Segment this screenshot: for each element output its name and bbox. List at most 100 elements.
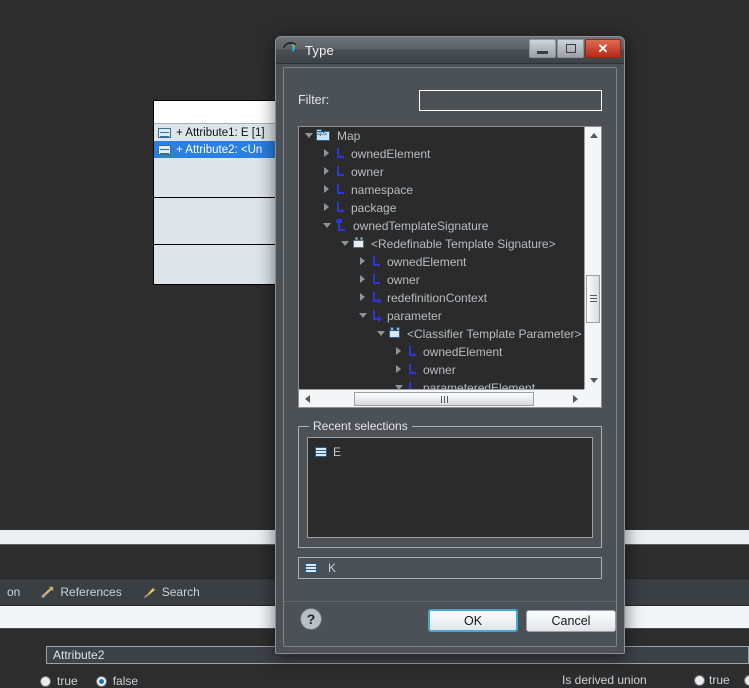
cancel-button-label: Cancel xyxy=(551,614,591,628)
recent-selections-list[interactable]: E xyxy=(307,437,593,538)
maximize-icon xyxy=(565,44,576,53)
chevron-right-icon[interactable] xyxy=(393,343,405,361)
help-button[interactable]: ? xyxy=(300,608,322,630)
tree-vertical-scrollbar[interactable] xyxy=(584,127,601,389)
tab-label: on xyxy=(7,585,21,599)
dialog-title-bar[interactable]: Type ✕ xyxy=(276,37,624,64)
chevron-right-icon[interactable] xyxy=(321,199,333,217)
chevron-right-icon[interactable] xyxy=(321,181,333,199)
class-icon xyxy=(304,561,319,575)
classifier-template-parameter-icon xyxy=(387,327,402,341)
filter-input[interactable] xyxy=(419,89,602,111)
tree-horizontal-scrollbar[interactable] xyxy=(299,389,584,407)
tree-row[interactable]: <P> Map xyxy=(299,127,584,145)
reference-arrow-icon xyxy=(369,309,382,323)
selected-type-field[interactable]: K xyxy=(298,557,602,579)
tree-row[interactable]: <Redefinable Template Signature> xyxy=(299,235,584,253)
tree-row[interactable]: ownedElement xyxy=(299,253,584,271)
tree-row-label: parameter xyxy=(387,309,442,323)
tree-row[interactable]: redefinitionContext xyxy=(299,289,584,307)
tree-row-label: ownedTemplateSignature xyxy=(353,219,489,233)
reference-icon xyxy=(333,183,346,197)
tree-vertical-scroll-thumb[interactable] xyxy=(586,275,600,323)
chevron-right-icon[interactable] xyxy=(321,163,333,181)
tree-row[interactable]: owner xyxy=(299,361,584,379)
tree-row[interactable]: package xyxy=(299,199,584,217)
minimize-button[interactable] xyxy=(529,39,556,58)
reference-icon xyxy=(405,345,418,359)
chevron-down-icon[interactable] xyxy=(375,325,387,343)
scroll-up-icon[interactable] xyxy=(585,127,601,144)
derived-union-radio-true-label: true xyxy=(709,673,730,687)
chevron-right-icon[interactable] xyxy=(321,145,333,163)
derived-union-radio-true[interactable] xyxy=(694,675,705,686)
tree-row-label: ownedElement xyxy=(423,345,503,359)
ok-button-label: OK xyxy=(463,613,483,628)
tree-row[interactable]: owner xyxy=(299,271,584,289)
tree-row[interactable]: ownedElement xyxy=(299,343,584,361)
attribute-label: + Attribute1: E [1] xyxy=(176,126,265,139)
chevron-right-icon[interactable] xyxy=(393,361,405,379)
scroll-down-icon[interactable] xyxy=(585,372,601,389)
tab-label: Search xyxy=(161,585,200,599)
reference-icon xyxy=(333,147,346,161)
chevron-right-icon[interactable] xyxy=(357,253,369,271)
close-button[interactable]: ✕ xyxy=(585,39,621,58)
tree-row[interactable]: parameter xyxy=(299,307,584,325)
chevron-right-icon[interactable] xyxy=(357,289,369,307)
minimize-icon xyxy=(537,50,548,54)
attribute-label: + Attribute2: <Un xyxy=(176,143,263,156)
scrollbar-corner xyxy=(584,389,601,407)
filter-row: Filter: xyxy=(298,88,602,112)
tab-search[interactable]: Search xyxy=(135,579,207,605)
tree-row[interactable]: <Classifier Template Parameter> K xyxy=(299,325,584,343)
list-item[interactable]: E xyxy=(314,443,592,460)
is-derived-union-label: Is derived union xyxy=(562,673,647,687)
attribute-list-toolbar xyxy=(154,101,289,124)
reference-icon xyxy=(405,381,418,389)
package-icon: <P> xyxy=(315,129,332,143)
radio-true[interactable] xyxy=(40,675,51,687)
tree-row-label: owner xyxy=(387,273,420,287)
tree-row[interactable]: namespace xyxy=(299,181,584,199)
maximize-button[interactable] xyxy=(557,39,584,58)
chevron-down-icon[interactable] xyxy=(357,307,369,325)
button-bar-separator xyxy=(284,601,616,602)
ok-button[interactable]: OK xyxy=(428,609,518,632)
tab-references[interactable]: References xyxy=(33,579,128,605)
dialog-body: Filter: <P> Map ownedElement owner namespace… xyxy=(283,67,617,647)
chevron-down-icon[interactable] xyxy=(339,235,351,253)
tree-horizontal-scroll-thumb[interactable] xyxy=(354,392,534,406)
scroll-right-icon[interactable] xyxy=(567,390,584,407)
radio-false-label: false xyxy=(112,674,139,688)
type-tree-viewport[interactable]: <P> Map ownedElement owner namespace package o… xyxy=(299,127,584,389)
signature-icon xyxy=(351,237,366,251)
type-selection-dialog: Type ✕ Filter: <P> Map ownedElement owner na… xyxy=(275,36,625,654)
chevron-down-icon[interactable] xyxy=(321,217,333,235)
radio-true-label: true xyxy=(57,674,78,688)
attribute-row[interactable]: + Attribute1: E [1] xyxy=(154,124,289,141)
filter-label: Filter: xyxy=(298,93,330,107)
tree-row[interactable]: owner xyxy=(299,163,584,181)
tree-row-label: ownedElement xyxy=(351,147,431,161)
tree-row-label: package xyxy=(351,201,397,215)
tree-row[interactable]: ownedTemplateSignature xyxy=(299,217,584,235)
tab-label: References xyxy=(60,585,122,599)
radio-false[interactable] xyxy=(95,675,107,687)
attribute-list-panel: + Attribute1: E [1] + Attribute2: <Un xyxy=(153,100,290,285)
chevron-down-icon[interactable] xyxy=(393,379,405,389)
reference-icon xyxy=(369,255,382,269)
tree-row[interactable]: ownedElement xyxy=(299,145,584,163)
scroll-left-icon[interactable] xyxy=(299,390,316,407)
window-controls: ✕ xyxy=(529,39,621,58)
cancel-button[interactable]: Cancel xyxy=(526,610,616,632)
references-icon xyxy=(40,585,55,600)
tree-row-label: owner xyxy=(351,165,384,179)
derived-union-radio-false[interactable] xyxy=(744,675,749,686)
chevron-down-icon[interactable] xyxy=(303,127,315,145)
chevron-right-icon[interactable] xyxy=(357,271,369,289)
tab-partial[interactable]: on xyxy=(0,579,27,605)
tree-row-label: <Redefinable Template Signature> xyxy=(371,237,556,251)
tree-row[interactable]: parameteredElement xyxy=(299,379,584,389)
attribute-row[interactable]: + Attribute2: <Un xyxy=(154,141,289,158)
